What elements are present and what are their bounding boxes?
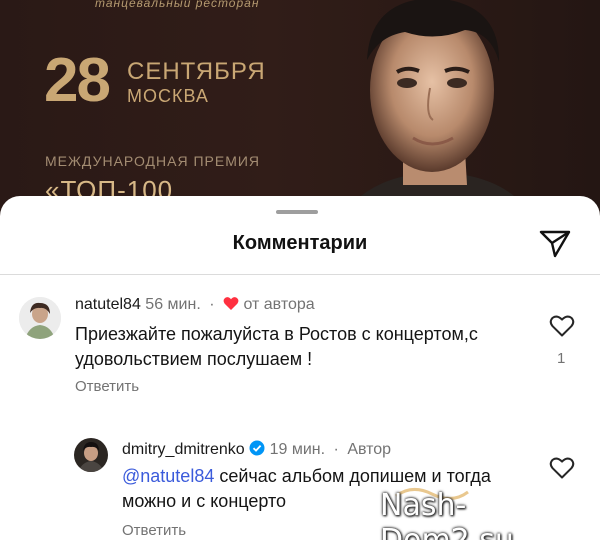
- avatar[interactable]: [19, 297, 61, 339]
- verified-icon: [249, 440, 265, 456]
- separator-dot: ·: [209, 296, 215, 313]
- mention-link[interactable]: @natutel84: [122, 466, 214, 486]
- share-icon[interactable]: [538, 228, 572, 258]
- red-heart-icon: [223, 297, 239, 310]
- timestamp: 19 мин.: [269, 441, 326, 458]
- comment-text: Приезжайте пожалуйста в Ростов с концерт…: [75, 324, 478, 369]
- like-count: 1: [557, 350, 566, 367]
- poster-award: МЕЖДУНАРОДНАЯ ПРЕМИЯ: [45, 153, 261, 169]
- timestamp: 56 мин.: [145, 296, 201, 313]
- poster-venue: танцевальный ресторан: [95, 0, 260, 10]
- watermark-text: Nash-Dom2.su: [380, 488, 514, 540]
- poster-month: СЕНТЯБРЯ: [127, 58, 266, 85]
- username[interactable]: natutel84: [75, 296, 141, 313]
- avatar[interactable]: [74, 438, 108, 472]
- divider: [0, 274, 600, 275]
- liked-by-author-label: от автора: [243, 296, 315, 313]
- username[interactable]: dmitry_dmitrenko: [122, 441, 245, 458]
- author-label: Автор: [347, 441, 392, 458]
- heart-outline-icon[interactable]: [549, 314, 575, 338]
- sheet-title: Комментарии: [232, 232, 368, 254]
- reply-button[interactable]: Ответить: [122, 522, 186, 539]
- avatar-image: [19, 297, 61, 339]
- separator-dot: ·: [333, 441, 339, 458]
- drag-handle[interactable]: [276, 210, 318, 214]
- poster-day: 28: [44, 46, 111, 115]
- comment-meta: natutel84 56 мин. · от автора: [75, 296, 315, 314]
- heart-outline-icon[interactable]: [549, 456, 575, 480]
- reply-button[interactable]: Ответить: [75, 378, 139, 395]
- avatar-image: [74, 438, 108, 472]
- comment-meta: dmitry_dmitrenko 19 мин. · Автор: [122, 440, 391, 459]
- poster-city: МОСКВА: [127, 86, 209, 106]
